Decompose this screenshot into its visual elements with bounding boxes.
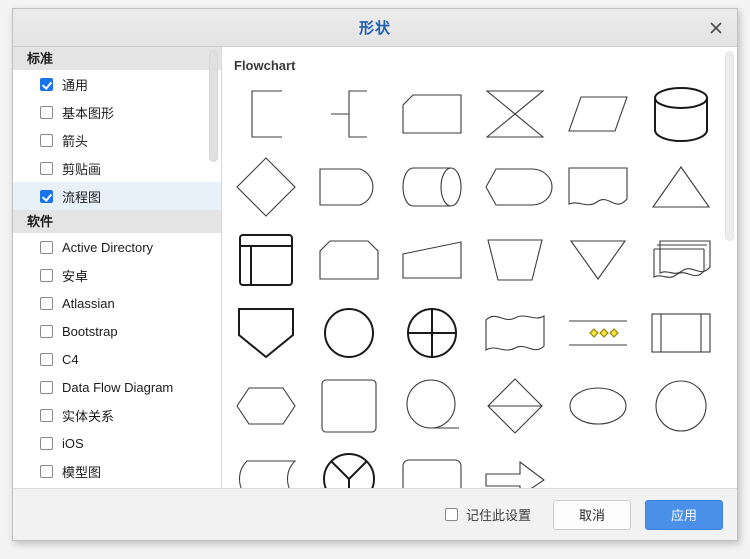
dialog-footer: 记住此设置 取消 应用	[13, 488, 737, 540]
category-checkbox[interactable]	[40, 380, 53, 394]
category-label: 实体关系	[62, 408, 115, 424]
dialog-title: 形状	[358, 20, 391, 37]
category-checkbox[interactable]	[40, 268, 53, 282]
category-row[interactable]: 通用	[13, 70, 221, 98]
category-label: 通用	[62, 77, 89, 93]
category-row[interactable]: C4	[13, 345, 221, 373]
category-label: Bootstrap	[62, 323, 118, 339]
category-row[interactable]: 安卓	[13, 261, 221, 289]
shape-data[interactable]	[557, 77, 640, 150]
shape-delay[interactable]	[307, 150, 390, 223]
category-label: 安卓	[62, 268, 89, 284]
remember-setting-label: 记住此设置	[465, 508, 531, 523]
category-row[interactable]: Data Flow Diagram	[13, 373, 221, 401]
category-sidebar: 标准通用基本图形箭头剪贴画流程图软件 Active Directory 安卓 Atla…	[13, 47, 222, 488]
category-row[interactable]: 剪贴画	[13, 154, 221, 182]
shape-document[interactable]	[557, 150, 640, 223]
category-label: Atlassian	[62, 295, 115, 311]
remember-setting-checkbox[interactable]	[444, 508, 458, 521]
category-label: C4	[62, 351, 79, 367]
category-checkbox[interactable]	[40, 240, 53, 254]
sidebar-scrollbar-track[interactable]	[208, 47, 219, 488]
shape-process[interactable]	[307, 369, 390, 442]
shape-manual-input[interactable]	[390, 223, 473, 296]
shape-parallel-mode[interactable]	[557, 296, 640, 369]
category-checkbox[interactable]	[40, 352, 53, 366]
shape-internal-storage[interactable]	[224, 223, 307, 296]
remember-setting-row[interactable]: 记住此设置	[444, 505, 531, 524]
screen: 形状 标准通用基本图形箭头剪贴画流程图软件 Active Directory 安卓 A…	[0, 0, 750, 559]
shape-decision[interactable]	[224, 150, 307, 223]
shape-database[interactable]	[640, 77, 723, 150]
category-label: 剪贴画	[62, 161, 102, 177]
shape-manual-operation[interactable]	[473, 223, 556, 296]
category-label: 基本图形	[62, 105, 115, 121]
shape-annotation-bracket-left[interactable]	[224, 77, 307, 150]
category-checkbox[interactable]	[40, 189, 53, 203]
shape-or[interactable]	[307, 296, 390, 369]
dialog-body: 标准通用基本图形箭头剪贴画流程图软件 Active Directory 安卓 Atla…	[13, 47, 737, 488]
shape-loop-limit[interactable]	[307, 223, 390, 296]
shape-paper-tape[interactable]	[473, 296, 556, 369]
shape-card[interactable]	[390, 77, 473, 150]
category-group-header: 标准	[13, 47, 221, 70]
category-list[interactable]: 标准通用基本图形箭头剪贴画流程图软件 Active Directory 安卓 Atla…	[13, 47, 221, 488]
category-checkbox[interactable]	[40, 408, 53, 422]
category-checkbox[interactable]	[40, 133, 53, 147]
category-row[interactable]: Atlassian	[13, 289, 221, 317]
shape-sort[interactable]	[473, 369, 556, 442]
category-checkbox[interactable]	[40, 464, 53, 478]
shape-merge[interactable]	[557, 223, 640, 296]
category-label: 流程图	[62, 189, 102, 205]
apply-button[interactable]: 应用	[645, 499, 723, 530]
category-group-header: 软件	[13, 210, 221, 233]
shape-junction[interactable]	[307, 442, 390, 488]
shape-terminator[interactable]	[640, 369, 723, 442]
category-label: 模型图	[62, 464, 102, 480]
category-checkbox[interactable]	[40, 324, 53, 338]
shape-browser: Flowchart	[222, 47, 737, 488]
category-checkbox[interactable]	[40, 436, 53, 450]
shape-grid[interactable]	[222, 77, 723, 488]
category-row[interactable]: iOS	[13, 429, 221, 457]
shapes-dialog: 形状 标准通用基本图形箭头剪贴画流程图软件 Active Directory 安卓 A…	[12, 8, 738, 541]
category-label: 箭头	[62, 133, 89, 149]
cancel-button[interactable]: 取消	[553, 499, 631, 530]
close-icon[interactable]	[705, 17, 727, 39]
shape-off-page-reference[interactable]	[224, 296, 307, 369]
category-checkbox[interactable]	[40, 105, 53, 119]
shape-collate[interactable]	[473, 77, 556, 150]
shape-extract[interactable]	[640, 150, 723, 223]
shape-direct-data[interactable]	[390, 150, 473, 223]
category-row[interactable]: 基本图形	[13, 98, 221, 126]
shape-display[interactable]	[473, 150, 556, 223]
shape-start-1[interactable]	[390, 369, 473, 442]
category-row[interactable]: 流程图	[13, 182, 221, 210]
shape-predefined-process[interactable]	[640, 296, 723, 369]
category-row[interactable]: 箭头	[13, 126, 221, 154]
sidebar-scrollbar-thumb[interactable]	[209, 50, 218, 162]
shape-multi-document[interactable]	[640, 223, 723, 296]
shape-stored-data[interactable]	[224, 442, 307, 488]
dialog-titlebar: 形状	[13, 9, 737, 47]
category-label: Data Flow Diagram	[62, 379, 174, 395]
category-checkbox[interactable]	[40, 77, 53, 91]
category-row[interactable]: 实体关系	[13, 401, 221, 429]
category-checkbox[interactable]	[40, 296, 53, 310]
category-row[interactable]: Active Directory	[13, 233, 221, 261]
shape-start-2[interactable]	[557, 369, 640, 442]
shapes-scrollbar-thumb[interactable]	[725, 51, 734, 241]
category-row[interactable]: Bootstrap	[13, 317, 221, 345]
shapes-scrollbar-track[interactable]	[724, 49, 735, 486]
shape-summing-junction[interactable]	[390, 296, 473, 369]
category-label: iOS	[62, 435, 84, 451]
category-checkbox[interactable]	[40, 161, 53, 175]
category-row[interactable]: 模型图	[13, 457, 221, 485]
shape-transfer[interactable]	[473, 442, 556, 488]
shape-section-title: Flowchart	[234, 58, 296, 73]
shape-tagged-process[interactable]	[390, 442, 473, 488]
shape-annotation-tee-bracket[interactable]	[307, 77, 390, 150]
category-label: Active Directory	[62, 239, 154, 255]
shape-preparation[interactable]	[224, 369, 307, 442]
